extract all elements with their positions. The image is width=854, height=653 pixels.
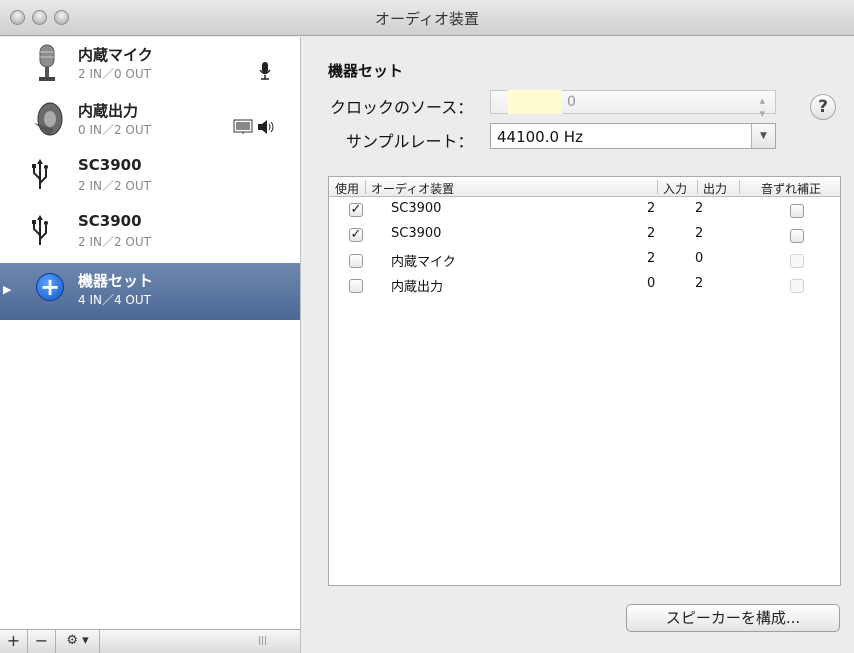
column-header-input[interactable]: 入力 (663, 180, 687, 197)
drift-correction-checkbox[interactable] (790, 204, 804, 218)
output-cell: 2 (695, 276, 704, 291)
device-item-aggregate[interactable]: ▶ + 機器セット 4 IN／4 OUT (0, 263, 300, 320)
use-checkbox[interactable] (349, 254, 363, 268)
usb-icon (32, 159, 48, 189)
device-name: SC3900 (78, 156, 142, 174)
device-name: 内蔵マイク (78, 46, 153, 64)
sample-rate-value: 44100.0 Hz (497, 128, 583, 146)
output-cell: 2 (695, 226, 704, 241)
remove-device-button[interactable]: − (28, 630, 56, 653)
use-checkbox[interactable]: ✓ (349, 203, 363, 217)
highlight-overlay (508, 90, 562, 114)
device-cell: SC3900 (391, 226, 442, 241)
device-item-sc3900-1[interactable]: SC3900 2 IN／2 OUT (0, 149, 300, 205)
table-header: 使用 オーディオ装置 入力 出力 音ずれ補正 (329, 177, 840, 197)
configure-speakers-button[interactable]: スピーカーを構成... (626, 604, 840, 632)
add-device-button[interactable]: + (0, 630, 28, 653)
input-mic-indicator-icon (258, 61, 272, 85)
device-cell: 内蔵出力 (391, 280, 444, 295)
use-checkbox[interactable] (349, 279, 363, 293)
table-row: 内蔵出力 0 2 (329, 274, 840, 296)
default-system-output-icon (233, 119, 253, 139)
use-checkbox[interactable]: ✓ (349, 228, 363, 242)
aggregate-plus-icon: + (36, 273, 64, 301)
device-io: 2 IN／2 OUT (78, 235, 151, 249)
device-table: 使用 オーディオ装置 入力 出力 音ずれ補正 ✓ SC3900 2 2 ✓ SC… (328, 176, 841, 586)
device-item-sc3900-2[interactable]: SC3900 2 IN／2 OUT (0, 205, 300, 261)
table-row: ✓ SC3900 2 2 (329, 199, 840, 221)
microphone-icon (39, 44, 55, 81)
column-header-use[interactable]: 使用 (335, 180, 359, 197)
page-title: 機器セット (328, 62, 404, 80)
device-list: 内蔵マイク 2 IN／0 OUT 内蔵出力 0 IN／2 OUT SC3900 (0, 37, 301, 653)
help-button[interactable]: ? (810, 94, 836, 120)
device-io: 0 IN／2 OUT (78, 123, 151, 137)
gear-menu-button[interactable]: ⚙ ▾ (56, 630, 100, 653)
sidebar-footer: + − ⚙ ▾ ||| (0, 629, 300, 653)
table-row: 内蔵マイク 2 0 (329, 249, 840, 271)
drift-correction-checkbox (790, 279, 804, 293)
chevron-down-icon[interactable]: ▼ (751, 124, 775, 148)
speaker-icon (34, 102, 63, 136)
column-header-device[interactable]: オーディオ装置 (371, 180, 454, 197)
default-output-speaker-icon (256, 119, 276, 139)
device-cell: 内蔵マイク (391, 255, 456, 270)
title-bar: オーディオ装置 (0, 0, 854, 36)
drift-correction-checkbox[interactable] (790, 229, 804, 243)
window-title: オーディオ装置 (375, 10, 479, 28)
stepper-arrows-icon: ▴ ▾ (759, 94, 765, 120)
table-row: ✓ SC3900 2 2 (329, 224, 840, 246)
sample-rate-label: サンプルレート： (346, 132, 474, 151)
resize-grip-icon[interactable]: ||| (258, 636, 267, 646)
output-cell: 2 (695, 201, 704, 216)
device-io: 2 IN／2 OUT (78, 179, 151, 193)
device-io: 2 IN／0 OUT (78, 67, 151, 81)
device-cell: SC3900 (391, 201, 442, 216)
device-io: 4 IN／4 OUT (78, 293, 151, 307)
disclosure-triangle-icon[interactable]: ▶ (3, 283, 11, 296)
usb-icon (32, 215, 48, 245)
device-item-internal-output[interactable]: 内蔵出力 0 IN／2 OUT (0, 93, 300, 149)
device-item-internal-mic[interactable]: 内蔵マイク 2 IN／0 OUT (0, 37, 300, 93)
device-name: SC3900 (78, 212, 142, 230)
input-cell: 0 (647, 276, 656, 291)
clock-source-label: クロックのソース： (330, 98, 474, 117)
drift-correction-checkbox (790, 254, 804, 268)
input-cell: 2 (647, 251, 656, 266)
clock-source-value: 0 (567, 94, 576, 110)
device-name: 機器セット (78, 272, 154, 290)
input-cell: 2 (647, 201, 656, 216)
device-name: 内蔵出力 (78, 102, 139, 120)
input-cell: 2 (647, 226, 656, 241)
sample-rate-select[interactable]: 44100.0 Hz ▼ (490, 123, 776, 149)
output-cell: 0 (695, 251, 704, 266)
column-header-drift-correction[interactable]: 音ずれ補正 (761, 180, 821, 197)
column-header-output[interactable]: 出力 (703, 180, 727, 197)
